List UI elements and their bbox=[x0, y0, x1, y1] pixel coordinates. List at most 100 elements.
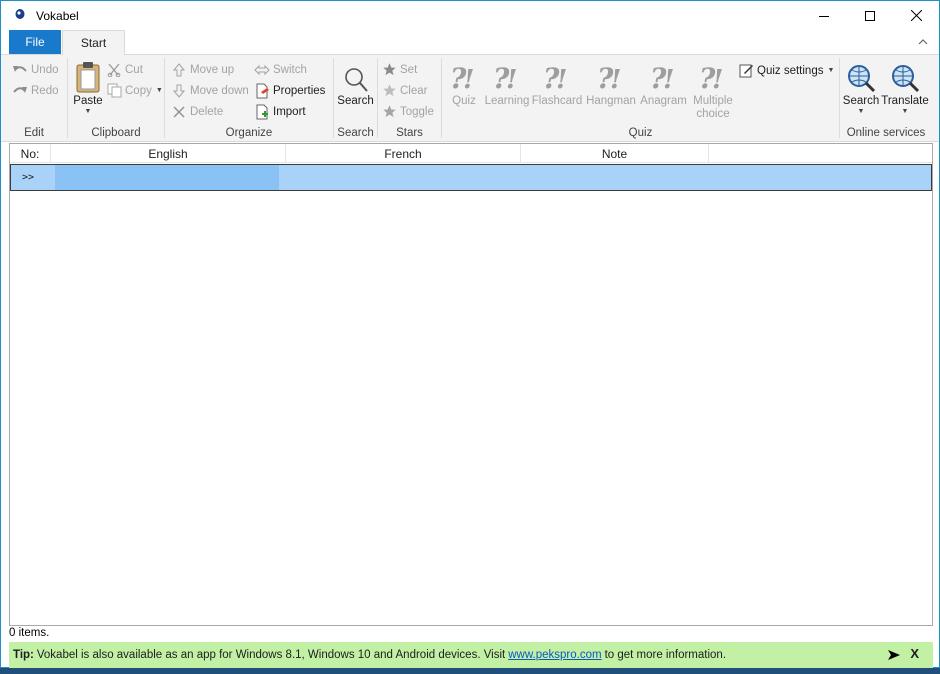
switch-button[interactable]: Switch bbox=[254, 60, 307, 79]
quiz-settings-button[interactable]: Quiz settings ▼ bbox=[738, 61, 834, 80]
move-up-button[interactable]: Move up bbox=[171, 60, 234, 79]
arrow-down-icon bbox=[171, 83, 187, 99]
word-list[interactable]: No: English French Note >> bbox=[9, 143, 933, 626]
switch-arrows-icon bbox=[254, 62, 270, 78]
anagram-button[interactable]: ?! Anagram bbox=[639, 57, 688, 108]
star-half-icon bbox=[381, 104, 397, 120]
import-document-icon bbox=[254, 104, 270, 120]
status-bar: 0 items. bbox=[9, 627, 933, 642]
group-clipboard: Paste ▼ Cut Copy ▼ Clipboard bbox=[68, 55, 164, 142]
group-label-clipboard: Clipboard bbox=[91, 127, 141, 139]
move-down-button[interactable]: Move down bbox=[171, 81, 249, 100]
redo-label: Redo bbox=[31, 84, 59, 97]
online-search-caret-icon: ▼ bbox=[857, 108, 865, 115]
multiple-choice-label-line2: choice bbox=[696, 108, 730, 120]
properties-button[interactable]: Properties bbox=[254, 81, 325, 100]
undo-button[interactable]: Undo bbox=[12, 60, 59, 79]
search-button-label: Search bbox=[337, 95, 374, 107]
globe-translate-icon bbox=[889, 57, 921, 93]
toggle-star-label: Toggle bbox=[400, 105, 434, 118]
paste-clipboard-icon bbox=[72, 57, 104, 93]
ribbon-tab-bar: File Start bbox=[1, 30, 939, 55]
group-organize: Move up Move down Delete Switch Properti… bbox=[165, 55, 333, 142]
toggle-star-button[interactable]: Toggle bbox=[381, 102, 434, 121]
arrow-up-icon bbox=[171, 62, 187, 78]
switch-label: Switch bbox=[273, 63, 307, 76]
online-search-label: Search bbox=[842, 95, 880, 107]
anagram-question-icon: ?! bbox=[648, 57, 680, 93]
paste-button[interactable]: Paste ▼ bbox=[71, 57, 105, 116]
collapse-ribbon-icon[interactable] bbox=[917, 36, 929, 48]
flashcard-question-icon: ?! bbox=[541, 57, 573, 93]
maximize-icon bbox=[865, 10, 875, 21]
star-icon bbox=[381, 83, 397, 99]
learning-button[interactable]: ?! Learning bbox=[483, 57, 531, 108]
tab-start[interactable]: Start bbox=[62, 30, 125, 55]
set-star-label: Set bbox=[400, 63, 418, 76]
search-button[interactable]: Search bbox=[336, 57, 375, 108]
close-button[interactable] bbox=[893, 1, 939, 30]
translate-button[interactable]: Translate ▼ bbox=[881, 57, 929, 116]
properties-document-icon bbox=[254, 83, 270, 99]
multiple-choice-question-icon: ?! bbox=[697, 57, 729, 93]
new-entry-row[interactable]: >> bbox=[10, 164, 932, 191]
online-search-button[interactable]: Search ▼ bbox=[841, 57, 881, 116]
app-eye-icon bbox=[15, 9, 27, 21]
tip-link[interactable]: www.pekspro.com bbox=[508, 649, 601, 661]
window-title: Vokabel bbox=[36, 9, 79, 23]
group-stars: Set Clear Toggle Stars bbox=[378, 55, 441, 142]
clear-star-label: Clear bbox=[400, 84, 428, 97]
paste-label: Paste bbox=[73, 95, 103, 107]
multiple-choice-button[interactable]: ?! Multiple choice bbox=[690, 57, 736, 121]
column-header-note[interactable]: Note bbox=[521, 144, 709, 163]
column-header-no[interactable]: No: bbox=[10, 144, 51, 163]
selected-cell-english[interactable] bbox=[55, 165, 279, 190]
quiz-label: Quiz bbox=[452, 95, 476, 107]
new-row-marker: >> bbox=[22, 172, 35, 183]
delete-button[interactable]: Delete bbox=[171, 102, 223, 121]
properties-label: Properties bbox=[273, 84, 326, 97]
group-search: Search Search bbox=[334, 55, 377, 142]
multiple-choice-label-line1: Multiple bbox=[693, 95, 733, 107]
flashcard-button[interactable]: ?! Flashcard bbox=[532, 57, 583, 108]
quiz-button[interactable]: ?! Quiz bbox=[446, 57, 482, 108]
scissors-icon bbox=[106, 62, 122, 78]
redo-button[interactable]: Redo bbox=[12, 81, 59, 100]
hangman-button[interactable]: ?! Hangman bbox=[585, 57, 637, 108]
close-tip-button[interactable]: X bbox=[910, 646, 919, 661]
quiz-settings-caret-icon: ▼ bbox=[827, 66, 835, 74]
svg-text:!: ! bbox=[663, 65, 674, 93]
maximize-button[interactable] bbox=[847, 1, 893, 30]
group-edit: Undo Redo Edit bbox=[1, 55, 67, 142]
tip-bar: Tip: Vokabel is also available as an app… bbox=[9, 642, 933, 668]
tab-file[interactable]: File bbox=[9, 30, 61, 54]
hangman-question-icon: ?! bbox=[595, 57, 627, 93]
minimize-button[interactable] bbox=[801, 1, 847, 30]
import-button[interactable]: Import bbox=[254, 102, 306, 121]
svg-text:!: ! bbox=[610, 65, 621, 93]
group-label-organize: Organize bbox=[225, 127, 273, 139]
group-label-quiz: Quiz bbox=[628, 127, 653, 139]
column-header-english[interactable]: English bbox=[51, 144, 286, 163]
app-window: Vokabel File Start Undo Redo Edit Paste … bbox=[0, 0, 940, 668]
tip-text: Vokabel is also available as an app for … bbox=[36, 649, 506, 661]
learning-question-icon: ?! bbox=[491, 57, 523, 93]
next-tip-arrow-icon[interactable] bbox=[887, 648, 901, 662]
close-icon bbox=[910, 10, 922, 21]
set-star-button[interactable]: Set bbox=[381, 60, 417, 79]
group-online-services: Search ▼ Translate ▼ Online services bbox=[840, 55, 932, 142]
move-up-label: Move up bbox=[190, 63, 235, 76]
group-label-stars: Stars bbox=[396, 127, 423, 139]
cut-label: Cut bbox=[125, 63, 143, 76]
group-quiz: ?! Quiz ?! Learning ?! Flashcard ?! Hang… bbox=[442, 55, 839, 142]
translate-caret-icon: ▼ bbox=[901, 108, 909, 115]
copy-button[interactable]: Copy ▼ bbox=[106, 81, 163, 100]
group-label-online-services: Online services bbox=[846, 127, 926, 139]
paste-dropdown-caret-icon: ▼ bbox=[84, 108, 92, 115]
tip-suffix: to get more information. bbox=[604, 649, 727, 661]
undo-label: Undo bbox=[31, 63, 59, 76]
title-bar: Vokabel bbox=[1, 1, 939, 30]
cut-button[interactable]: Cut bbox=[106, 60, 143, 79]
column-header-french[interactable]: French bbox=[286, 144, 521, 163]
clear-star-button[interactable]: Clear bbox=[381, 81, 427, 100]
